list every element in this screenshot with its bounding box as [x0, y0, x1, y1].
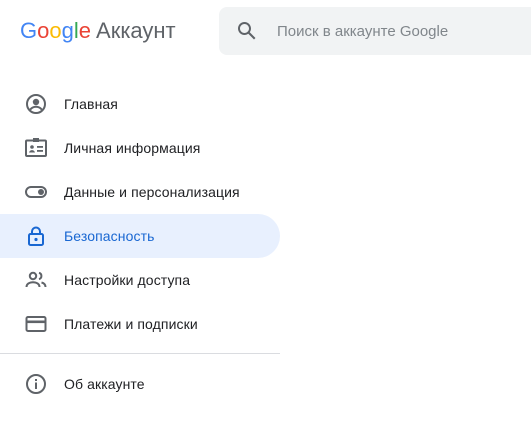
id-card-icon	[24, 136, 48, 160]
logo-letter: G	[20, 18, 38, 43]
people-icon	[24, 268, 48, 292]
sidebar-item-data-personalization[interactable]: Данные и персонализация	[0, 170, 280, 214]
info-icon	[24, 372, 48, 396]
sidebar-item-label: Данные и персонализация	[64, 184, 240, 200]
search-button[interactable]	[219, 7, 275, 55]
logo-letter: e	[78, 18, 92, 43]
sidebar-item-home[interactable]: Главная	[0, 82, 280, 126]
sidebar-item-personal-info[interactable]: Личная информация	[0, 126, 280, 170]
toggle-icon	[24, 180, 48, 204]
sidebar-item-label: Настройки доступа	[64, 272, 191, 288]
sidebar-item-sharing[interactable]: Настройки доступа	[0, 258, 280, 302]
logo-letter: g	[61, 18, 74, 43]
sidebar-item-label: Главная	[64, 96, 118, 112]
search-bar[interactable]	[219, 7, 531, 55]
google-account-page: Google Аккаунт Главная	[0, 0, 531, 431]
sidebar-item-label: Платежи и подписки	[64, 316, 198, 332]
lock-icon	[24, 224, 48, 248]
sidebar-item-label: Об аккаунте	[64, 376, 145, 392]
credit-card-icon	[24, 312, 48, 336]
search-input[interactable]	[275, 22, 527, 40]
sidebar-nav: Главная Личная информация Данные и персо…	[0, 82, 280, 406]
logo-letter: o	[49, 18, 62, 43]
sidebar-item-about[interactable]: Об аккаунте	[0, 362, 280, 406]
sidebar-item-label: Безопасность	[64, 228, 155, 244]
account-circle-icon	[24, 92, 48, 116]
product-name: Аккаунт	[96, 18, 176, 43]
nav-divider	[0, 353, 280, 354]
sidebar-item-payments[interactable]: Платежи и подписки	[0, 302, 280, 346]
sidebar-item-security[interactable]: Безопасность	[0, 214, 280, 258]
logo-letter: o	[37, 18, 50, 43]
search-icon	[238, 22, 256, 40]
sidebar-item-label: Личная информация	[64, 140, 201, 156]
google-account-logo[interactable]: Google Аккаунт	[20, 16, 176, 46]
